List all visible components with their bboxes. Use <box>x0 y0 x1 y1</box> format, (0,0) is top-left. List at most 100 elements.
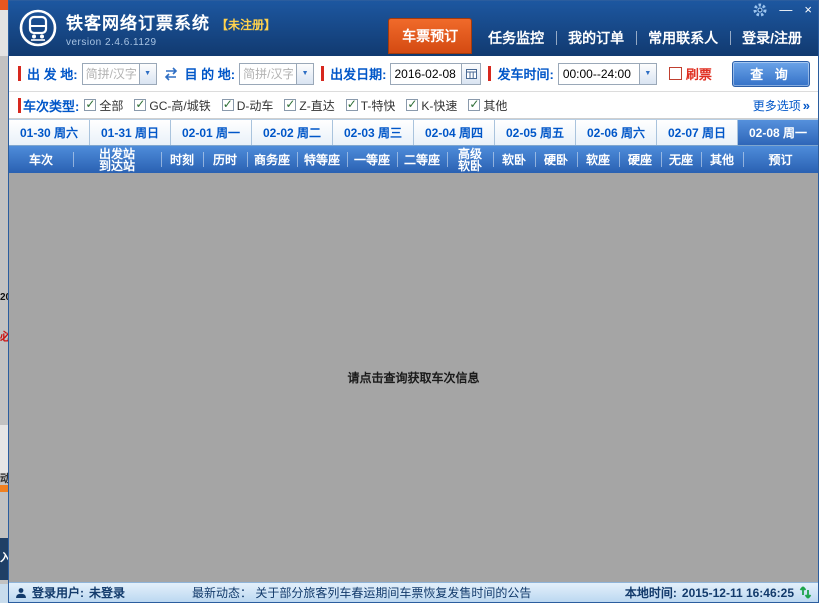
time-select[interactable]: 00:00--24:00 ▼ <box>558 63 657 85</box>
train-type-label: 车次类型: <box>23 96 79 115</box>
from-label: 出 发 地: <box>27 64 78 83</box>
column-header[interactable]: 预订 <box>743 146 818 173</box>
train-type-option[interactable]: 其他 <box>468 97 507 114</box>
background-fragment <box>0 485 8 492</box>
checkbox-icon[interactable] <box>346 99 358 111</box>
date-tab[interactable]: 01-30 周六 <box>9 120 90 145</box>
column-header[interactable]: 无座 <box>661 146 701 173</box>
user-icon <box>15 587 27 599</box>
more-options-link[interactable]: 更多选项 » <box>753 97 810 114</box>
date-tab[interactable]: 02-07 周日 <box>657 120 738 145</box>
column-header[interactable]: 硬座 <box>619 146 661 173</box>
nav-tab[interactable]: 常用联系人 <box>636 22 730 54</box>
date-tab[interactable]: 02-04 周四 <box>414 120 495 145</box>
train-type-option[interactable]: D-动车 <box>222 97 274 114</box>
checkbox-icon[interactable] <box>134 99 146 111</box>
column-header-line1: 时刻 <box>170 154 194 166</box>
column-header-line2: 到达站 <box>99 160 135 172</box>
background-fragment <box>0 10 8 56</box>
column-header-line1: 预订 <box>768 154 792 166</box>
column-header[interactable]: 二等座 <box>397 146 447 173</box>
time-label: 发车时间: <box>497 64 553 83</box>
train-type-option-label: 全部 <box>99 97 123 114</box>
background-text-fragment: 20 <box>0 292 8 303</box>
checkbox-icon[interactable] <box>222 99 234 111</box>
news-link[interactable]: 关于部分旅客列车春运期间车票恢复发售时间的公告 <box>255 586 531 600</box>
results-table-header: 车次 出发站 到达站 时刻 历时 <box>9 146 818 173</box>
nav-tab[interactable]: 任务监控 <box>476 22 556 54</box>
local-time-area: 本地时间: 2015-12-11 16:46:25 <box>625 584 812 601</box>
column-header[interactable]: 历时 <box>203 146 247 173</box>
date-tab[interactable]: 02-06 周六 <box>576 120 657 145</box>
train-type-option[interactable]: T-特快 <box>346 97 396 114</box>
column-header-line1: 二等座 <box>404 154 440 166</box>
from-dropdown-arrow-icon[interactable]: ▼ <box>139 64 156 84</box>
date-tab[interactable]: 02-05 周五 <box>495 120 576 145</box>
date-tab[interactable]: 02-03 周三 <box>333 120 414 145</box>
checkbox-icon[interactable] <box>406 99 418 111</box>
checkbox-icon[interactable] <box>84 99 96 111</box>
version-label: version 2.4.6.1129 <box>66 37 276 48</box>
train-type-option-label: K-快速 <box>421 97 457 114</box>
red-accent-bar <box>18 66 21 81</box>
train-type-option[interactable]: GC-高/城铁 <box>134 97 210 114</box>
train-type-option-label: D-动车 <box>237 97 274 114</box>
train-type-option[interactable]: 全部 <box>84 97 123 114</box>
to-input[interactable] <box>240 64 296 84</box>
refresh-sync-icon[interactable] <box>799 586 812 599</box>
from-input-group: ▼ <box>82 63 157 85</box>
query-button[interactable]: 查 询 <box>732 61 810 87</box>
time-dropdown-arrow-icon[interactable]: ▼ <box>639 64 656 84</box>
column-header-line1: 历时 <box>213 154 237 166</box>
column-header-line1: 软座 <box>586 154 610 166</box>
train-type-option-label: GC-高/城铁 <box>149 97 210 114</box>
column-header-line1: 无座 <box>669 154 693 166</box>
nav-tab[interactable]: 登录/注册 <box>730 22 814 54</box>
date-tab[interactable]: 02-01 周一 <box>171 120 252 145</box>
settings-gear-icon[interactable] <box>753 3 767 17</box>
column-header[interactable]: 时刻 <box>161 146 203 173</box>
to-label: 目 的 地: <box>185 64 236 83</box>
date-tab[interactable]: 02-08 周一 <box>738 120 818 145</box>
train-type-option-label: T-特快 <box>361 97 396 114</box>
window-controls: — × <box>753 3 812 17</box>
time-value: 00:00--24:00 <box>559 64 639 84</box>
login-user-value: 未登录 <box>89 584 125 601</box>
swap-stations-button[interactable] <box>163 67 179 81</box>
date-tab[interactable]: 02-02 周二 <box>252 120 333 145</box>
column-header[interactable]: 一等座 <box>347 146 397 173</box>
minimize-button[interactable]: — <box>779 3 792 17</box>
column-header[interactable]: 软座 <box>577 146 619 173</box>
column-header[interactable]: 车次 <box>9 146 73 173</box>
date-input[interactable] <box>391 64 461 84</box>
train-type-option-label: 其他 <box>483 97 507 114</box>
login-user-label: 登录用户: <box>32 584 84 601</box>
train-type-option[interactable]: Z-直达 <box>284 97 334 114</box>
empty-results-hint: 请点击查询获取车次信息 <box>347 369 479 386</box>
more-options-label: 更多选项 <box>753 97 801 114</box>
checkbox-icon[interactable] <box>468 99 480 111</box>
column-header[interactable]: 其他 <box>701 146 743 173</box>
red-accent-bar <box>321 66 324 81</box>
to-dropdown-arrow-icon[interactable]: ▼ <box>296 64 313 84</box>
column-header[interactable]: 商务座 <box>247 146 297 173</box>
train-type-option[interactable]: K-快速 <box>406 97 457 114</box>
column-header[interactable]: 软卧 <box>493 146 535 173</box>
checkbox-icon[interactable] <box>284 99 296 111</box>
nav-tab[interactable]: 车票预订 <box>388 18 472 54</box>
refresh-ticket-checkbox[interactable] <box>669 67 682 80</box>
column-header[interactable]: 出发站 到达站 <box>73 146 161 173</box>
date-tab[interactable]: 01-31 周日 <box>90 120 171 145</box>
date-input-group <box>390 63 481 85</box>
column-header[interactable]: 硬卧 <box>535 146 577 173</box>
close-button[interactable]: × <box>804 3 812 17</box>
train-type-option-label: Z-直达 <box>299 97 334 114</box>
column-header[interactable]: 高级 软卧 <box>447 146 493 173</box>
from-input[interactable] <box>83 64 139 84</box>
train-type-options: 全部 GC-高/城铁 D-动车 Z-直达 <box>84 97 507 114</box>
nav-tab[interactable]: 我的订单 <box>556 22 636 54</box>
background-text-fragment: 动 <box>0 470 8 486</box>
background-fragment <box>0 0 8 10</box>
column-header[interactable]: 特等座 <box>297 146 347 173</box>
calendar-button[interactable] <box>461 64 480 84</box>
